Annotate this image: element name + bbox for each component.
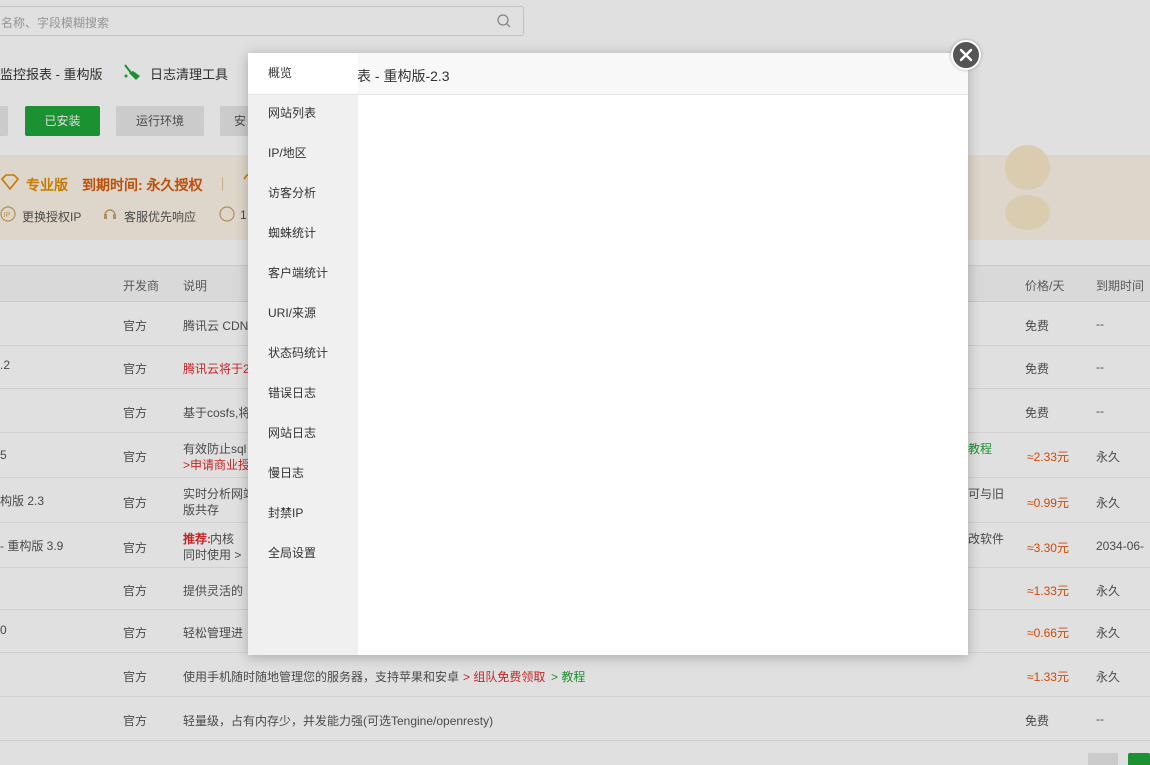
menu-ip-region[interactable]: IP/地区: [248, 133, 358, 173]
menu-error-log[interactable]: 错误日志: [248, 373, 358, 413]
menu-slow-log[interactable]: 慢日志: [248, 453, 358, 493]
menu-global-settings[interactable]: 全局设置: [248, 533, 358, 573]
plugin-modal: 网站监控报表 - 重构版-2.3 概览 网站列表 IP/地区 访客分析 蜘蛛统计…: [248, 53, 968, 655]
menu-client-stats[interactable]: 客户端统计: [248, 253, 358, 293]
menu-site-log[interactable]: 网站日志: [248, 413, 358, 453]
menu-blocked-ip[interactable]: 封禁IP: [248, 493, 358, 533]
menu-visitor-analysis[interactable]: 访客分析: [248, 173, 358, 213]
menu-spider-stats[interactable]: 蜘蛛统计: [248, 213, 358, 253]
menu-site-list[interactable]: 网站列表: [248, 93, 358, 133]
menu-overview[interactable]: 概览: [248, 53, 358, 93]
modal-sidebar: 概览 网站列表 IP/地区 访客分析 蜘蛛统计 客户端统计 URI/来源 状态码…: [248, 53, 358, 655]
modal-content-area: [358, 95, 968, 655]
menu-uri-source[interactable]: URI/来源: [248, 293, 358, 333]
menu-status-code[interactable]: 状态码统计: [248, 333, 358, 373]
close-icon: [959, 48, 973, 62]
modal-close-button[interactable]: [951, 40, 981, 70]
